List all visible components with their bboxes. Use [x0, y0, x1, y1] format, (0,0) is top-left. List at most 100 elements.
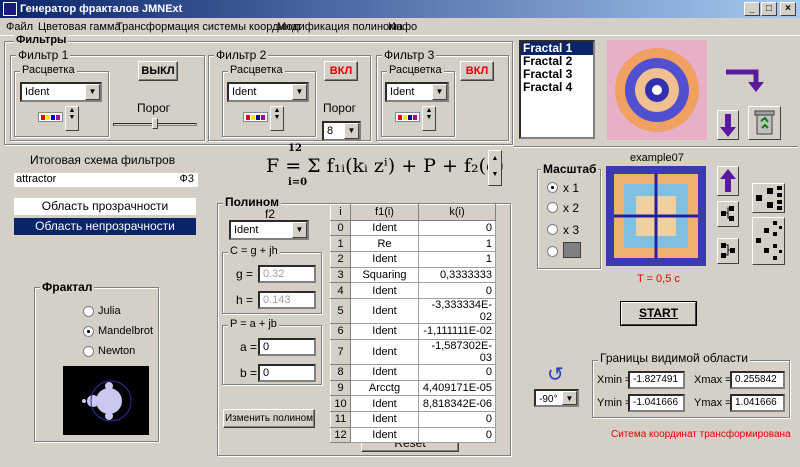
table-row[interactable]: 4 Ident 0 — [330, 282, 496, 300]
opaque-area-button[interactable]: Область непрозрачности — [14, 218, 196, 235]
row-function[interactable]: Ident — [350, 282, 419, 300]
row-function[interactable]: Ident — [350, 338, 419, 365]
table-row[interactable]: 2 Ident 1 — [330, 251, 496, 268]
menu-color[interactable]: Цветовая гамма — [38, 21, 121, 33]
list-item[interactable]: Fractal 4 — [521, 81, 593, 94]
row-function[interactable]: Ident — [350, 323, 419, 340]
g-input[interactable]: 0.32 — [258, 265, 316, 283]
row-coefficient[interactable]: 0 — [418, 219, 496, 237]
table-row[interactable]: 6 Ident -1,111111E-02 — [330, 323, 496, 340]
chevron-down-icon[interactable]: ▼ — [292, 84, 307, 100]
start-button[interactable]: START — [621, 302, 696, 325]
row-coefficient[interactable]: 0 — [418, 410, 496, 428]
filter2-combo[interactable]: Ident ▼ — [227, 82, 309, 102]
formula-spin[interactable]: ▲ ▼ — [488, 150, 502, 186]
minimize-button[interactable]: _ — [744, 2, 760, 16]
row-function[interactable]: Ident — [350, 410, 419, 428]
filter1-combo[interactable]: Ident ▼ — [20, 82, 102, 102]
scale-x1-radio[interactable] — [547, 182, 558, 193]
menu-file[interactable]: Файл — [6, 21, 33, 33]
tree-small-button-2[interactable] — [717, 238, 739, 264]
b-input[interactable]: 0 — [258, 364, 316, 382]
change-polynom-button[interactable]: Изменить полином — [223, 409, 315, 428]
row-coefficient[interactable]: -1,587302E-03 — [418, 338, 496, 365]
xmin-input[interactable]: -1.827491 — [628, 371, 685, 389]
filter2-spin[interactable]: ▲ ▼ — [270, 106, 284, 131]
filter1-spin[interactable]: ▲ ▼ — [65, 106, 79, 131]
tree-xlarge-button[interactable] — [752, 217, 785, 265]
chevron-down-icon[interactable]: ▼ — [432, 84, 447, 100]
julia-radio[interactable] — [83, 306, 94, 317]
row-function[interactable]: Ident — [350, 219, 419, 237]
scale-custom-radio[interactable] — [547, 246, 558, 257]
transparent-area-button[interactable]: Область прозрачности — [14, 198, 196, 215]
recycle-button[interactable] — [748, 106, 781, 140]
row-function[interactable]: Ident — [350, 251, 419, 268]
menu-polynom[interactable]: Модификация полинома — [277, 21, 403, 33]
row-coefficient[interactable]: 1 — [418, 235, 496, 253]
chevron-down-icon[interactable]: ▼ — [344, 123, 359, 139]
table-row[interactable]: 11 Ident 0 — [330, 410, 496, 428]
f2-combo[interactable]: Ident ▼ — [229, 220, 309, 240]
preview-time: T = 0,5 c — [637, 273, 680, 285]
scale-x3-radio[interactable] — [547, 224, 558, 235]
newton-radio[interactable] — [83, 346, 94, 357]
chevron-down-icon[interactable]: ▼ — [292, 222, 307, 238]
chevron-down-icon[interactable]: ▼ — [85, 84, 100, 100]
maximize-button[interactable]: □ — [761, 2, 777, 16]
move-up-button[interactable] — [717, 166, 739, 196]
rotation-combo[interactable]: -90° ▼ — [534, 389, 579, 407]
row-function[interactable]: Squaring — [350, 266, 419, 284]
row-coefficient[interactable]: 4,409171E-05 — [418, 379, 496, 397]
table-row[interactable]: 7 Ident -1,587302E-03 — [330, 338, 496, 365]
row-function[interactable]: Ident — [350, 426, 419, 444]
table-row[interactable]: 0 Ident 0 — [330, 219, 496, 237]
menu-info[interactable]: Инфо — [388, 21, 417, 33]
row-coefficient[interactable]: -3,333334E-02 — [418, 298, 496, 325]
row-function[interactable]: Ident — [350, 363, 419, 381]
row-function[interactable]: Re — [350, 235, 419, 253]
row-coefficient[interactable]: 0 — [418, 363, 496, 381]
row-coefficient[interactable]: 0,3333333 — [418, 266, 496, 284]
row-function[interactable]: Arcctg — [350, 379, 419, 397]
row-coefficient[interactable]: -1,111111E-02 — [418, 323, 496, 340]
row-coefficient[interactable]: 0 — [418, 426, 496, 444]
table-row[interactable]: 12 Ident 0 — [330, 426, 496, 444]
h-input[interactable]: 0.143 — [258, 291, 316, 309]
table-row[interactable]: 9 Arcctg 4,409171E-05 — [330, 379, 496, 397]
move-down-button[interactable] — [717, 110, 739, 140]
filter3-spin[interactable]: ▲ ▼ — [422, 106, 436, 131]
filter2-threshold-combo[interactable]: 8 ▼ — [322, 121, 361, 141]
row-coefficient[interactable]: 8,818342E-06 — [418, 395, 496, 412]
filter2-toggle-button[interactable]: ВКЛ — [324, 61, 358, 81]
tree-large-button[interactable] — [752, 183, 785, 213]
rotate-icon[interactable]: ↺ — [547, 362, 564, 386]
close-button[interactable]: × — [780, 2, 796, 16]
filter3-combo[interactable]: Ident ▼ — [385, 82, 449, 102]
scale-custom-icon[interactable] — [563, 242, 581, 258]
chevron-down-icon[interactable]: ▼ — [562, 391, 577, 405]
scale-x2-radio[interactable] — [547, 202, 558, 213]
filter3-toggle-button[interactable]: ВКЛ — [460, 61, 494, 81]
ymin-input[interactable]: -1.041666 — [628, 394, 685, 412]
xmax-input[interactable]: 0.255842 — [730, 371, 785, 389]
menu-transform[interactable]: Трансформация системы координат — [116, 21, 302, 33]
slider-thumb[interactable] — [152, 118, 158, 129]
tree-small-button[interactable] — [717, 201, 739, 227]
preset-thumbnail[interactable] — [607, 40, 707, 140]
a-input[interactable]: 0 — [258, 338, 316, 356]
row-coefficient[interactable]: 0 — [418, 282, 496, 300]
table-row[interactable]: 10 Ident 8,818342E-06 — [330, 395, 496, 412]
table-row[interactable]: 5 Ident -3,333334E-02 — [330, 298, 496, 325]
mandelbrot-radio[interactable] — [83, 326, 94, 337]
row-coefficient[interactable]: 1 — [418, 251, 496, 268]
row-function[interactable]: Ident — [350, 395, 419, 412]
ymax-input[interactable]: 1.041666 — [730, 394, 785, 412]
table-row[interactable]: 1 Re 1 — [330, 235, 496, 253]
row-function[interactable]: Ident — [350, 298, 419, 325]
table-row[interactable]: 8 Ident 0 — [330, 363, 496, 381]
presets-list[interactable]: Fractal 1 Fractal 2 Fractal 3 Fractal 4 — [519, 40, 595, 139]
table-row[interactable]: 3 Squaring 0,3333333 — [330, 266, 496, 284]
filter1-toggle-button[interactable]: ВЫКЛ — [138, 61, 178, 81]
arrow-right-down-icon[interactable] — [724, 66, 770, 94]
